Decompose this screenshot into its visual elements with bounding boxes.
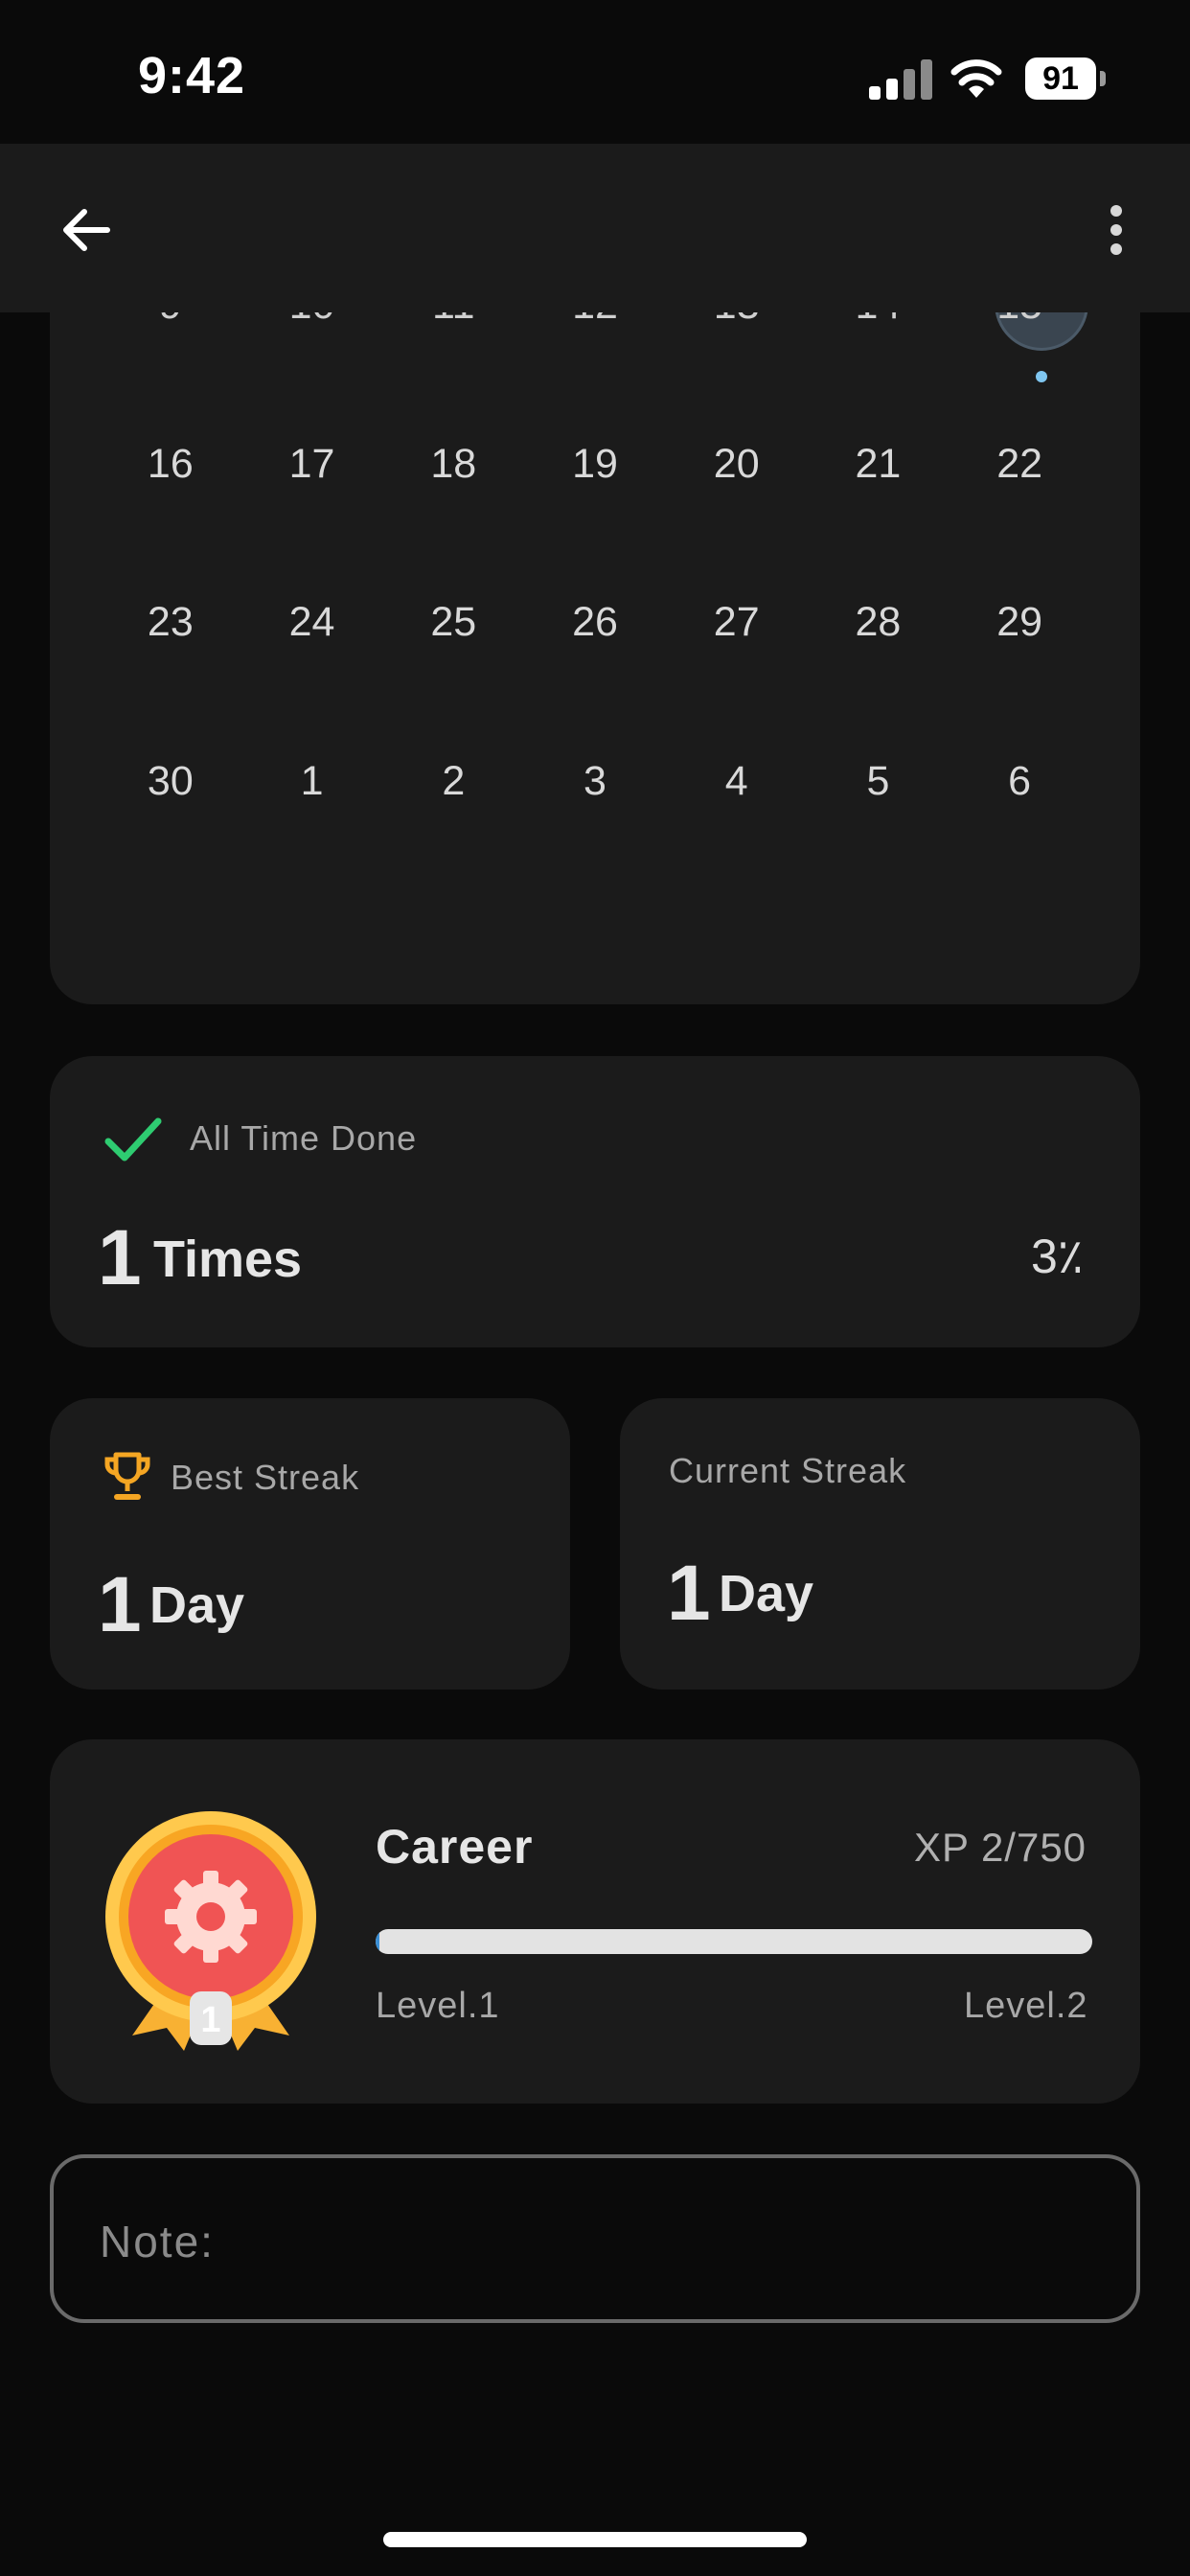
all-time-done-label: All Time Done bbox=[190, 1118, 418, 1158]
more-options-button[interactable] bbox=[1092, 196, 1140, 264]
wifi-icon bbox=[950, 56, 1002, 100]
next-level-label: Level.2 bbox=[964, 1986, 1088, 2026]
app-header bbox=[0, 144, 1190, 312]
calendar-day[interactable]: 17 bbox=[241, 426, 383, 502]
calendar-day[interactable]: 20 bbox=[666, 426, 808, 502]
all-time-done-unit: Times bbox=[153, 1230, 303, 1288]
current-streak-value: 1 bbox=[667, 1550, 711, 1637]
xp-progress-bar bbox=[376, 1929, 1092, 1954]
calendar-day[interactable]: 6 bbox=[949, 743, 1090, 819]
xp-progress-fill bbox=[376, 1929, 380, 1954]
calendar-day[interactable]: 3 bbox=[524, 743, 666, 819]
calendar-day[interactable]: 22 bbox=[949, 426, 1090, 502]
xp-progress-text: XP 2/750 bbox=[914, 1825, 1087, 1870]
current-streak-card bbox=[620, 1398, 1140, 1690]
calendar-day[interactable]: 26 bbox=[524, 584, 666, 660]
current-level-label: Level.1 bbox=[376, 1986, 500, 2026]
trophy-icon bbox=[103, 1451, 151, 1503]
battery-level: 91 bbox=[1025, 58, 1096, 100]
arrow-left-icon bbox=[63, 209, 110, 251]
calendar-day[interactable]: 19 bbox=[524, 426, 666, 502]
calendar-day[interactable]: 23 bbox=[100, 584, 241, 660]
calendar-day[interactable]: 30 bbox=[100, 743, 241, 819]
calendar-day[interactable]: 16 bbox=[100, 426, 241, 502]
career-medal-icon: 1 bbox=[103, 1809, 318, 2051]
calendar-day[interactable]: 2 bbox=[382, 743, 524, 819]
career-title: Career bbox=[376, 1820, 534, 1874]
calendar-day[interactable]: 5 bbox=[808, 743, 950, 819]
svg-text:1: 1 bbox=[200, 2000, 220, 2040]
calendar-day[interactable]: 27 bbox=[666, 584, 808, 660]
current-streak-label: Current Streak bbox=[669, 1451, 907, 1490]
best-streak-value: 1 bbox=[98, 1561, 142, 1648]
home-indicator[interactable] bbox=[383, 2532, 807, 2547]
battery-icon: 91 bbox=[1025, 58, 1106, 100]
cellular-signal-icon bbox=[869, 58, 932, 100]
calendar-week: 30 1 2 3 4 5 6 bbox=[50, 743, 1140, 819]
all-time-done-value: 1 bbox=[98, 1214, 142, 1301]
calendar-day[interactable]: 4 bbox=[666, 743, 808, 819]
calendar-week: 16 17 18 19 20 21 22 bbox=[50, 426, 1140, 502]
best-streak-unit: Day bbox=[149, 1576, 245, 1634]
calendar-day[interactable]: 29 bbox=[949, 584, 1090, 660]
calendar-day[interactable]: 24 bbox=[241, 584, 383, 660]
calendar-day[interactable]: 25 bbox=[382, 584, 524, 660]
status-time: 9:42 bbox=[138, 47, 246, 104]
back-button[interactable] bbox=[52, 196, 121, 264]
checkmark-icon bbox=[103, 1116, 163, 1165]
completion-percent: 3٪ bbox=[1031, 1230, 1084, 1283]
event-dot bbox=[1036, 371, 1047, 382]
current-streak-unit: Day bbox=[719, 1565, 814, 1622]
all-time-done-card bbox=[50, 1056, 1140, 1347]
more-vertical-icon bbox=[1110, 205, 1122, 217]
calendar-day[interactable]: 1 bbox=[241, 743, 383, 819]
best-streak-label: Best Streak bbox=[171, 1458, 360, 1497]
calendar-day[interactable]: 28 bbox=[808, 584, 950, 660]
calendar-week: 23 24 25 26 27 28 29 bbox=[50, 584, 1140, 660]
calendar-day[interactable]: 18 bbox=[382, 426, 524, 502]
note-placeholder: Note: bbox=[100, 2217, 215, 2266]
calendar-day[interactable]: 21 bbox=[808, 426, 950, 502]
